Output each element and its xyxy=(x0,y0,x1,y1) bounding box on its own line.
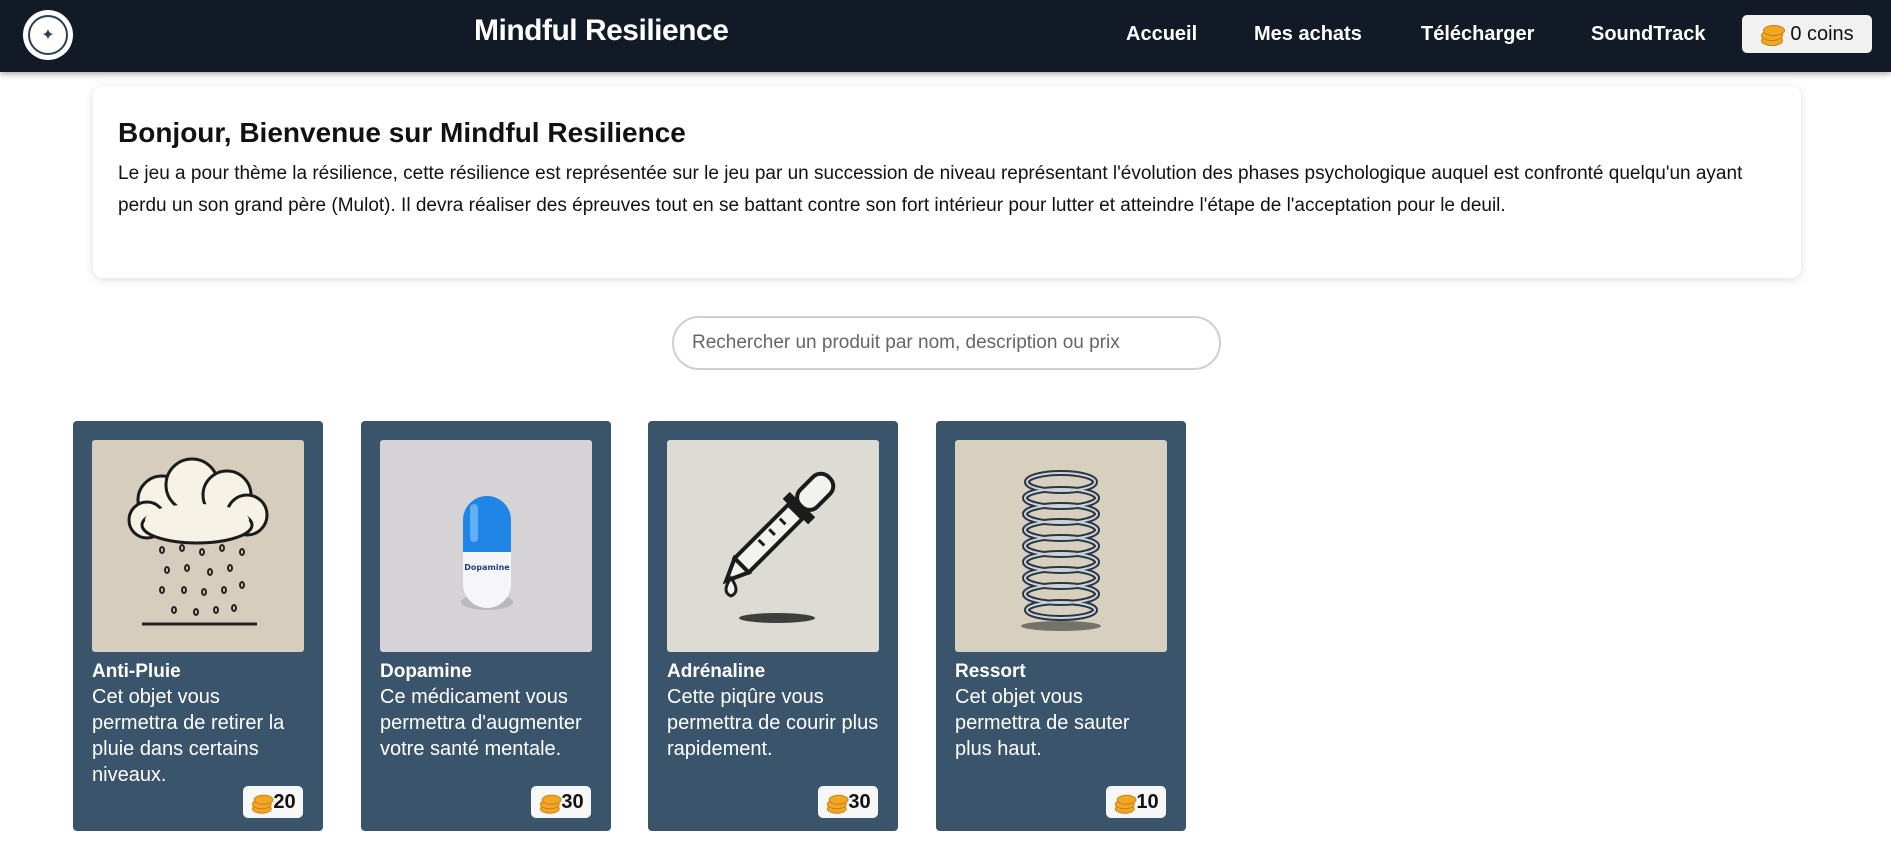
product-name: Dopamine xyxy=(380,661,472,682)
welcome-heading: Bonjour, Bienvenue sur Mindful Resilienc… xyxy=(118,117,686,148)
coins-icon xyxy=(1760,23,1786,46)
nav-accueil[interactable]: Accueil xyxy=(1126,23,1197,46)
product-name: Ressort xyxy=(955,661,1026,682)
pill-image: Dopamine xyxy=(380,440,592,652)
product-card-adrenaline[interactable]: Adrénaline Cette piqûre vous permettra d… xyxy=(648,421,898,831)
coins-label: 0 coins xyxy=(1790,22,1854,45)
product-card-dopamine[interactable]: Dopamine Dopamine Ce médicament vous per… xyxy=(361,421,611,831)
welcome-card: Bonjour, Bienvenue sur Mindful Resilienc… xyxy=(93,86,1801,278)
price-value: 30 xyxy=(561,790,584,813)
site-logo[interactable]: ✦ xyxy=(23,10,73,60)
coin-icon xyxy=(1114,793,1137,814)
price-badge: 10 xyxy=(1106,786,1166,818)
rain-cloud-image xyxy=(92,440,304,652)
product-description: Cet objet vous permettra de sauter plus … xyxy=(955,686,1130,760)
coin-icon xyxy=(251,793,274,814)
product-name: Anti-Pluie xyxy=(92,661,181,682)
nav-soundtrack[interactable]: SoundTrack xyxy=(1591,23,1705,46)
spring-image xyxy=(955,440,1167,652)
dropper-image xyxy=(667,440,879,652)
top-navbar: ✦ Mindful Resilience Accueil Mes achats … xyxy=(0,0,1891,72)
product-description: Ce médicament vous permettra d'augmenter… xyxy=(380,686,582,760)
product-description: Cet objet vous permettra de retirer la p… xyxy=(92,686,285,786)
product-name: Adrénaline xyxy=(667,661,766,682)
price-value: 30 xyxy=(848,790,871,813)
nav-telecharger[interactable]: Télécharger xyxy=(1421,23,1534,46)
coin-icon xyxy=(826,793,849,814)
price-badge: 20 xyxy=(243,786,303,818)
coin-icon xyxy=(539,793,562,814)
product-card-ressort[interactable]: Ressort Cet objet vous permettra de saut… xyxy=(936,421,1186,831)
nav-mes-achats[interactable]: Mes achats xyxy=(1254,23,1362,46)
price-badge: 30 xyxy=(531,786,591,818)
product-description: Cette piqûre vous permettra de courir pl… xyxy=(667,686,879,760)
logo-emblem-icon: ✦ xyxy=(28,15,68,55)
price-value: 10 xyxy=(1136,790,1159,813)
pill-label: Dopamine xyxy=(464,563,510,572)
product-search-input[interactable] xyxy=(672,316,1221,370)
price-value: 20 xyxy=(273,790,296,813)
product-card-anti-pluie[interactable]: Anti-Pluie Cet objet vous permettra de r… xyxy=(73,421,323,831)
welcome-text: Le jeu a pour thème la résilience, cette… xyxy=(118,163,1743,216)
price-badge: 30 xyxy=(818,786,878,818)
site-title: Mindful Resilience xyxy=(474,14,729,47)
coins-balance[interactable]: 0 coins xyxy=(1742,15,1872,53)
